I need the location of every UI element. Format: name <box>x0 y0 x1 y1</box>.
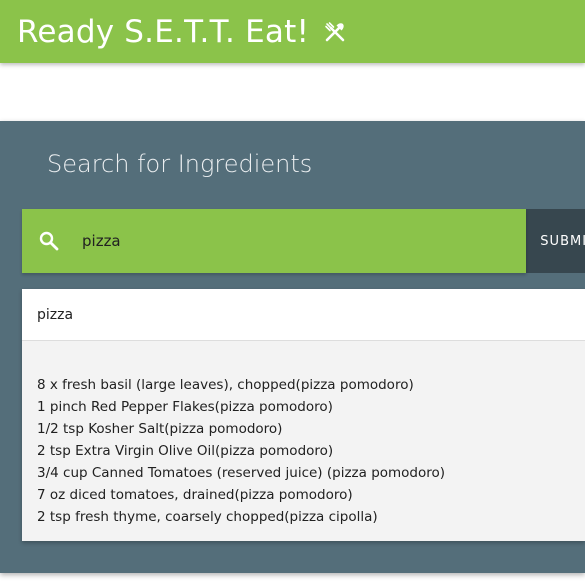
list-item[interactable]: 2 tsp Extra Virgin Olive Oil(pizza pomod… <box>37 440 585 462</box>
list-item[interactable]: 8 x fresh basil (large leaves), chopped(… <box>37 374 585 396</box>
list-item[interactable]: 7 oz diced tomatoes, drained(pizza pomod… <box>37 484 585 506</box>
list-item[interactable]: 3/4 cup Canned Tomatoes (reserved juice)… <box>37 462 585 484</box>
search-bar: SUBMIT <box>22 209 585 273</box>
search-field[interactable] <box>22 209 532 273</box>
results-list: 8 x fresh basil (large leaves), chopped(… <box>22 341 585 528</box>
search-panel: Search for Ingredients SUBMIT pizza 8 x … <box>0 121 585 573</box>
app-title[interactable]: Ready S.E.T.T. Eat! <box>17 14 309 50</box>
results-card: pizza 8 x fresh basil (large leaves), ch… <box>22 289 585 541</box>
search-input[interactable] <box>82 209 532 273</box>
results-query-label: pizza <box>22 289 585 341</box>
list-item[interactable]: 2 tsp fresh thyme, coarsely chopped(pizz… <box>37 506 585 528</box>
list-item[interactable]: 1 pinch Red Pepper Flakes(pizza pomodoro… <box>37 396 585 418</box>
submit-button[interactable]: SUBMIT <box>526 209 585 273</box>
search-icon <box>38 230 60 252</box>
fork-knife-icon <box>323 20 347 44</box>
panel-heading: Search for Ingredients <box>47 150 313 178</box>
app-header: Ready S.E.T.T. Eat! <box>0 0 585 63</box>
list-item[interactable]: 1/2 tsp Kosher Salt(pizza pomodoro) <box>37 418 585 440</box>
